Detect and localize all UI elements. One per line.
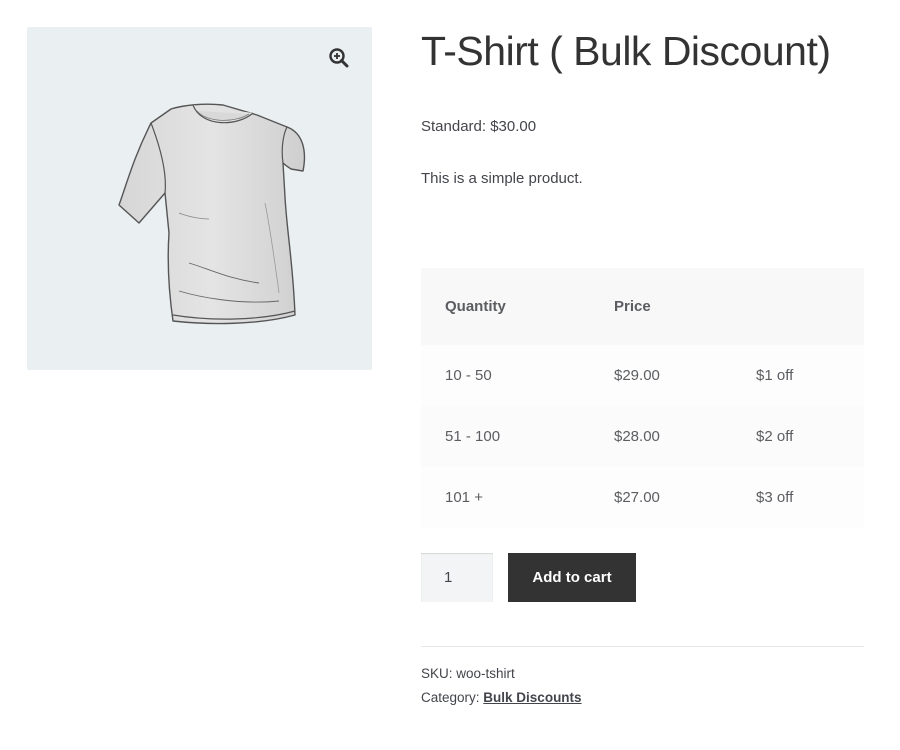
discount-cell: $3 off (732, 467, 864, 528)
column-header-discount (732, 268, 864, 345)
quantity-cell: 51 - 100 (421, 406, 590, 467)
quantity-cell: 10 - 50 (421, 345, 590, 406)
sku-value: woo-tshirt (456, 666, 515, 681)
product-sku: SKU: woo-tshirt (421, 666, 515, 681)
product-category: Category: Bulk Discounts (421, 690, 582, 705)
price-cell: $27.00 (590, 467, 732, 528)
product-description: This is a simple product. (421, 170, 583, 187)
table-row: 51 - 100 $28.00 $2 off (421, 406, 864, 467)
category-label: Category: (421, 690, 480, 705)
discount-cell: $1 off (732, 345, 864, 406)
price-cell: $28.00 (590, 406, 732, 467)
quantity-cell: 101 + (421, 467, 590, 528)
product-title: T-Shirt ( Bulk Discount) (421, 28, 831, 74)
table-row: 10 - 50 $29.00 $1 off (421, 345, 864, 406)
add-to-cart-button[interactable]: Add to cart (508, 553, 636, 602)
zoom-in-icon[interactable] (328, 47, 350, 69)
column-header-quantity: Quantity (421, 268, 590, 345)
quantity-input[interactable] (421, 553, 493, 602)
discount-cell: $2 off (732, 406, 864, 467)
product-gallery (27, 27, 372, 370)
bulk-discount-table: Quantity Price 10 - 50 $29.00 $1 off 51 … (421, 268, 864, 528)
table-row: 101 + $27.00 $3 off (421, 467, 864, 528)
category-link[interactable]: Bulk Discounts (483, 690, 581, 705)
sku-label: SKU: (421, 666, 453, 681)
product-price: Standard: $30.00 (421, 118, 537, 135)
product-page: T-Shirt ( Bulk Discount) Standard: $30.0… (0, 0, 900, 750)
table-header-row: Quantity Price (421, 268, 864, 345)
divider (421, 646, 864, 647)
t-shirt-image[interactable] (89, 93, 311, 333)
price-cell: $29.00 (590, 345, 732, 406)
column-header-price: Price (590, 268, 732, 345)
